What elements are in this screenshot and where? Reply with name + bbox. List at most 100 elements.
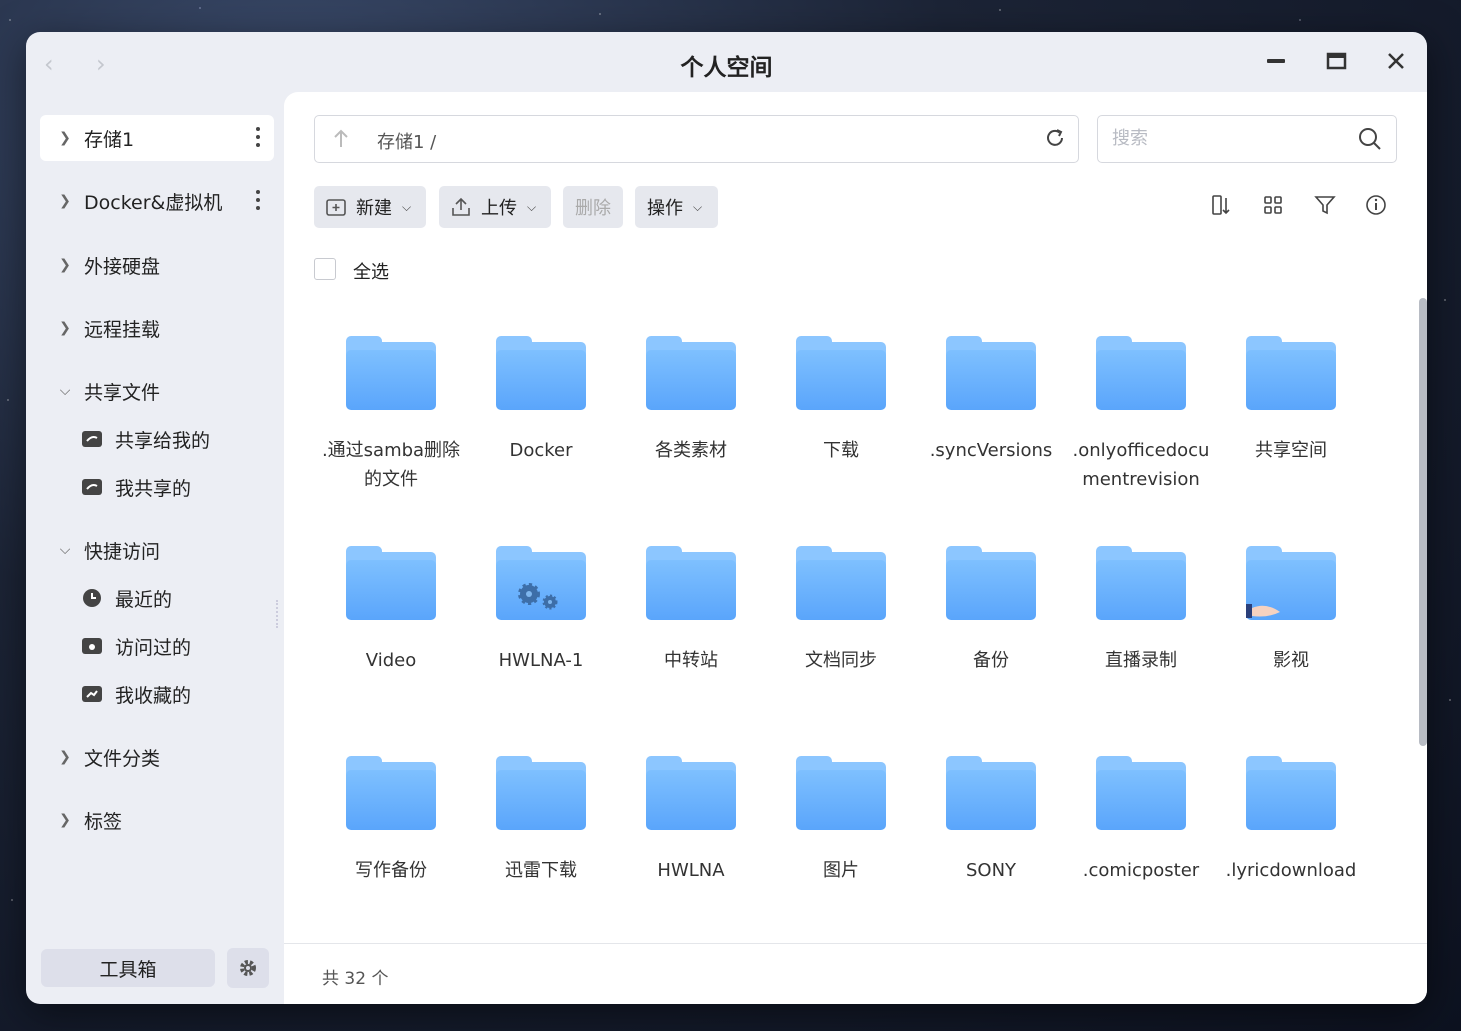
sidebar-item-label: 共享文件	[84, 381, 161, 404]
folder-item[interactable]: 下载	[766, 336, 916, 465]
grid-view-icon[interactable]	[1262, 194, 1284, 220]
folder-item[interactable]: 各类素材	[616, 336, 766, 465]
up-arrow-icon[interactable]	[315, 116, 367, 162]
shared-to-me-icon	[82, 429, 102, 449]
sort-icon[interactable]	[1210, 194, 1232, 220]
search-input[interactable]	[1110, 127, 1344, 150]
sidebar-item-shared-to-me[interactable]: 共享给我的	[82, 419, 210, 459]
chevron-right-icon: ❯	[59, 749, 71, 765]
sidebar-resize-handle[interactable]	[276, 600, 281, 628]
toolbox-button[interactable]: 工具箱	[41, 949, 215, 987]
sidebar-item-label: Docker&虚拟机	[84, 191, 223, 214]
upload-button[interactable]: 上传 ⌵	[439, 186, 551, 228]
more-icon[interactable]	[256, 127, 260, 151]
folder-name: 下载	[823, 440, 859, 461]
sidebar-item-external-disk[interactable]: ❯ 外接硬盘	[40, 242, 274, 288]
folder-item[interactable]: .comicposter	[1066, 756, 1216, 885]
folder-item[interactable]: Video	[316, 546, 466, 675]
sidebar-item-visited[interactable]: 访问过的	[82, 626, 191, 666]
folder-name: 迅雷下载	[505, 860, 577, 881]
delete-button[interactable]: 删除	[563, 186, 623, 228]
new-button-label: 新建	[356, 198, 392, 219]
folder-item[interactable]: 共享空间	[1216, 336, 1366, 465]
folder-icon	[346, 336, 436, 410]
folder-icon	[946, 336, 1036, 410]
folder-item[interactable]: Docker	[466, 336, 616, 465]
sidebar-item-docker[interactable]: ❯ Docker&虚拟机	[40, 178, 274, 224]
sidebar-item-my-shares[interactable]: 我共享的	[82, 467, 191, 507]
sidebar-item-file-categories[interactable]: ❯ 文件分类	[40, 734, 274, 780]
folder-item[interactable]: .通过samba删除的文件	[316, 336, 466, 494]
info-icon[interactable]	[1365, 194, 1387, 220]
chevron-right-icon: ❯	[59, 320, 71, 336]
scrollbar[interactable]	[1419, 298, 1427, 746]
main-panel: 存储1 / 新建 ⌵ 上传 ⌵ 删除 操作	[284, 92, 1427, 1004]
sidebar-item-label: 访问过的	[115, 636, 192, 659]
folder-icon	[796, 546, 886, 620]
chevron-down-icon: ⌵	[59, 383, 71, 399]
folder-name: 共享空间	[1255, 440, 1327, 461]
search-box	[1097, 115, 1397, 163]
folder-item[interactable]: 备份	[916, 546, 1066, 675]
new-button[interactable]: 新建 ⌵	[314, 186, 426, 228]
folder-name: .lyricdownload	[1225, 860, 1357, 881]
current-path: 存储1 /	[377, 132, 437, 153]
folder-item[interactable]: 迅雷下载	[466, 756, 616, 885]
folder-icon	[646, 336, 736, 410]
chevron-right-icon: ❯	[59, 812, 71, 828]
folder-item[interactable]: 写作备份	[316, 756, 466, 885]
folder-item[interactable]: .onlyofficedocumentrevision	[1066, 336, 1216, 494]
folder-name: .syncVersions	[929, 440, 1053, 461]
folder-name: 影视	[1273, 650, 1309, 671]
folder-icon	[796, 756, 886, 830]
folder-item[interactable]: 文档同步	[766, 546, 916, 675]
folder-item[interactable]: 中转站	[616, 546, 766, 675]
sidebar-item-label: 最近的	[115, 588, 173, 611]
item-count: 共 32 个	[322, 969, 389, 989]
folder-icon	[1246, 336, 1336, 410]
chevron-down-icon: ⌵	[59, 542, 71, 558]
filter-icon[interactable]	[1314, 194, 1336, 220]
select-all-checkbox[interactable]	[314, 258, 336, 280]
maximize-icon[interactable]	[1321, 46, 1351, 76]
minimize-icon[interactable]	[1261, 46, 1291, 76]
folder-item[interactable]: 直播录制	[1066, 546, 1216, 675]
sidebar-item-recent[interactable]: 最近的	[82, 578, 172, 618]
folder-name: .通过samba删除的文件	[321, 440, 461, 490]
folder-item[interactable]: HWLNA-1	[466, 546, 616, 675]
path-bar[interactable]: 存储1 /	[314, 115, 1079, 163]
folder-name: HWLNA-1	[498, 650, 584, 671]
folder-item[interactable]: SONY	[916, 756, 1066, 885]
folder-name: .onlyofficedocumentrevision	[1072, 440, 1210, 490]
sidebar-item-storage1[interactable]: ❯ 存储1	[40, 115, 274, 161]
new-folder-icon	[326, 198, 346, 216]
gear-icon	[240, 960, 256, 976]
folder-item[interactable]: 图片	[766, 756, 916, 885]
chevron-down-icon: ⌵	[527, 199, 537, 214]
upload-button-label: 上传	[481, 198, 517, 219]
search-icon[interactable]	[1358, 127, 1382, 155]
sidebar-item-tags[interactable]: ❯ 标签	[40, 797, 274, 843]
sidebar-item-label: 远程挂载	[84, 318, 161, 341]
sidebar-item-favorites[interactable]: 我收藏的	[82, 674, 191, 714]
folder-name: .comicposter	[1082, 860, 1200, 881]
folder-name: 写作备份	[355, 860, 427, 881]
refresh-icon[interactable]	[1044, 127, 1066, 153]
folder-item[interactable]: HWLNA	[616, 756, 766, 885]
select-all-label: 全选	[353, 262, 389, 283]
folder-item[interactable]: .syncVersions	[916, 336, 1066, 465]
close-icon[interactable]	[1381, 46, 1411, 76]
folder-item[interactable]: .lyricdownload	[1216, 756, 1366, 885]
more-icon[interactable]	[256, 190, 260, 214]
folder-name: HWLNA	[657, 860, 725, 881]
window-title: 个人空间	[680, 55, 773, 81]
sidebar-item-label: 存储1	[84, 128, 135, 151]
sidebar-item-shared-files[interactable]: ⌵ 共享文件	[40, 368, 274, 414]
chevron-down-icon: ⌵	[402, 199, 412, 214]
sidebar-item-remote-mount[interactable]: ❯ 远程挂载	[40, 305, 274, 351]
folder-item[interactable]: 影视	[1216, 546, 1366, 675]
settings-button[interactable]	[227, 948, 269, 988]
sidebar-item-quick-access[interactable]: ⌵ 快捷访问	[40, 527, 274, 573]
sidebar-item-label: 外接硬盘	[84, 255, 161, 278]
actions-button[interactable]: 操作 ⌵	[635, 186, 718, 228]
